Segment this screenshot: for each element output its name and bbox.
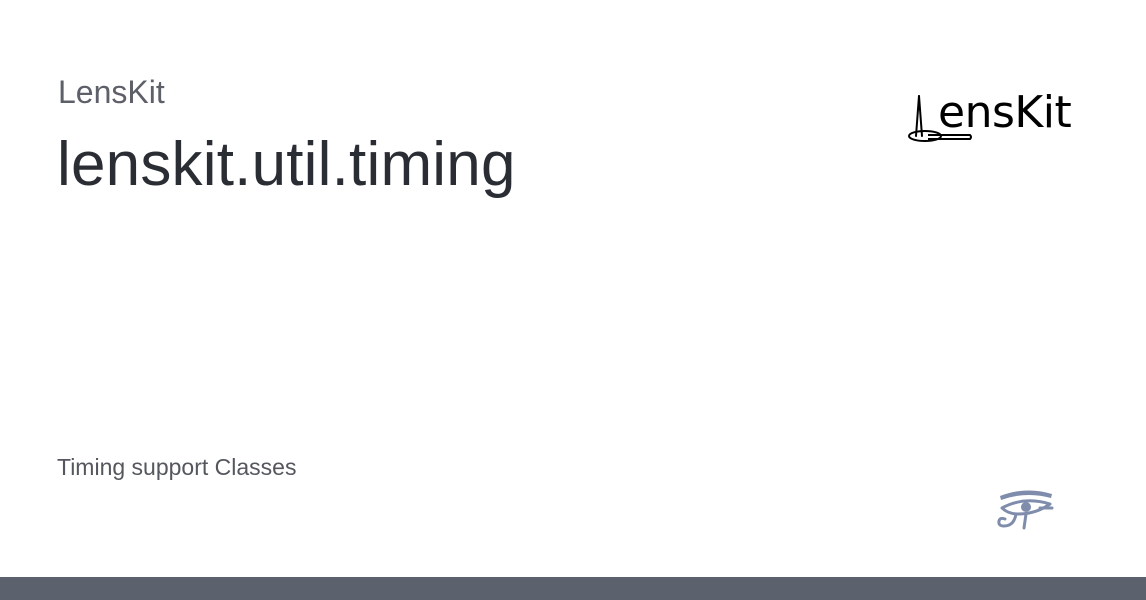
logo-wordmark: ensKit xyxy=(938,87,1072,138)
page-title: lenskit.util.timing xyxy=(57,130,516,199)
eye-of-horus-icon xyxy=(996,488,1056,532)
footer-bar xyxy=(0,577,1146,600)
preview-card: LensKit lenskit.util.timing Timing suppo… xyxy=(0,0,1146,577)
lenskit-logo-icon: ensKit xyxy=(906,87,1094,148)
page-description: Timing support Classes xyxy=(57,454,297,480)
site-name: LensKit xyxy=(58,74,165,110)
